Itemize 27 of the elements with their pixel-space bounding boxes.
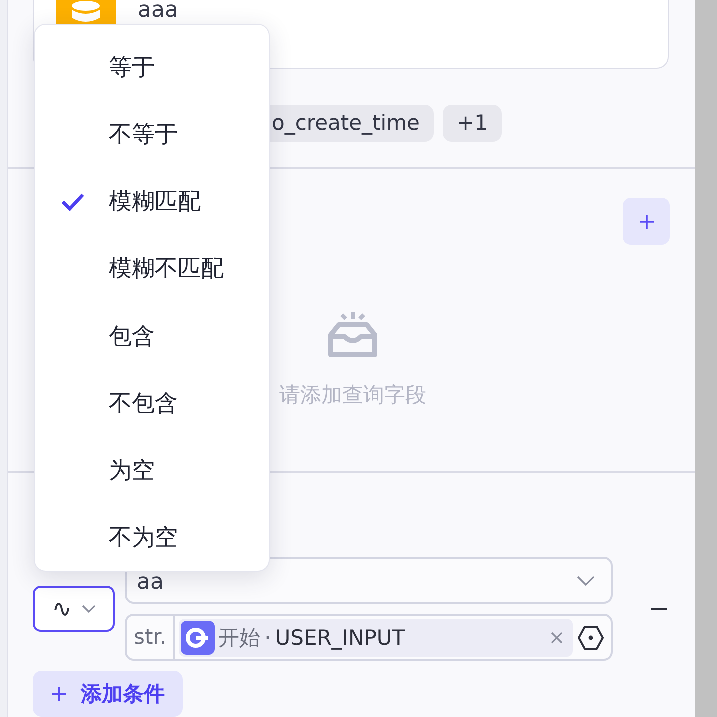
menu-item[interactable]: 为空 xyxy=(35,436,269,504)
plus-icon xyxy=(638,214,654,230)
close-icon xyxy=(551,632,563,644)
value-input-field[interactable]: str. 开始 · USER_INPUT xyxy=(125,614,613,661)
card-title: aaa xyxy=(138,0,178,22)
type-label: str. xyxy=(127,616,175,659)
field-value: aa xyxy=(137,570,164,596)
operator-select[interactable]: ∿ xyxy=(33,586,115,632)
menu-item[interactable]: 包含 xyxy=(35,302,269,370)
field-tag: +1 xyxy=(442,105,502,142)
chevron-down-icon xyxy=(577,576,595,586)
menu-item[interactable]: 不包含 xyxy=(35,370,269,437)
menu-item[interactable]: 等于 xyxy=(35,34,269,102)
menu-item[interactable]: 模糊匹配 xyxy=(35,168,269,236)
start-node-icon xyxy=(180,620,215,654)
separator-dot: · xyxy=(264,626,272,650)
variable-source: 开始 xyxy=(218,624,261,652)
variable-name: USER_INPUT xyxy=(275,626,406,650)
menu-item[interactable]: 模糊不匹配 xyxy=(35,235,269,302)
add-condition-button[interactable]: 添加条件 xyxy=(33,671,183,717)
field-select[interactable]: aa xyxy=(125,557,613,604)
minus-icon xyxy=(651,608,667,610)
chevron-down-icon xyxy=(82,605,96,613)
hexagon-icon xyxy=(578,624,604,650)
add-field-button[interactable] xyxy=(623,198,670,246)
empty-hint: 请添加查询字段 xyxy=(280,382,426,410)
plus-icon xyxy=(51,686,67,702)
